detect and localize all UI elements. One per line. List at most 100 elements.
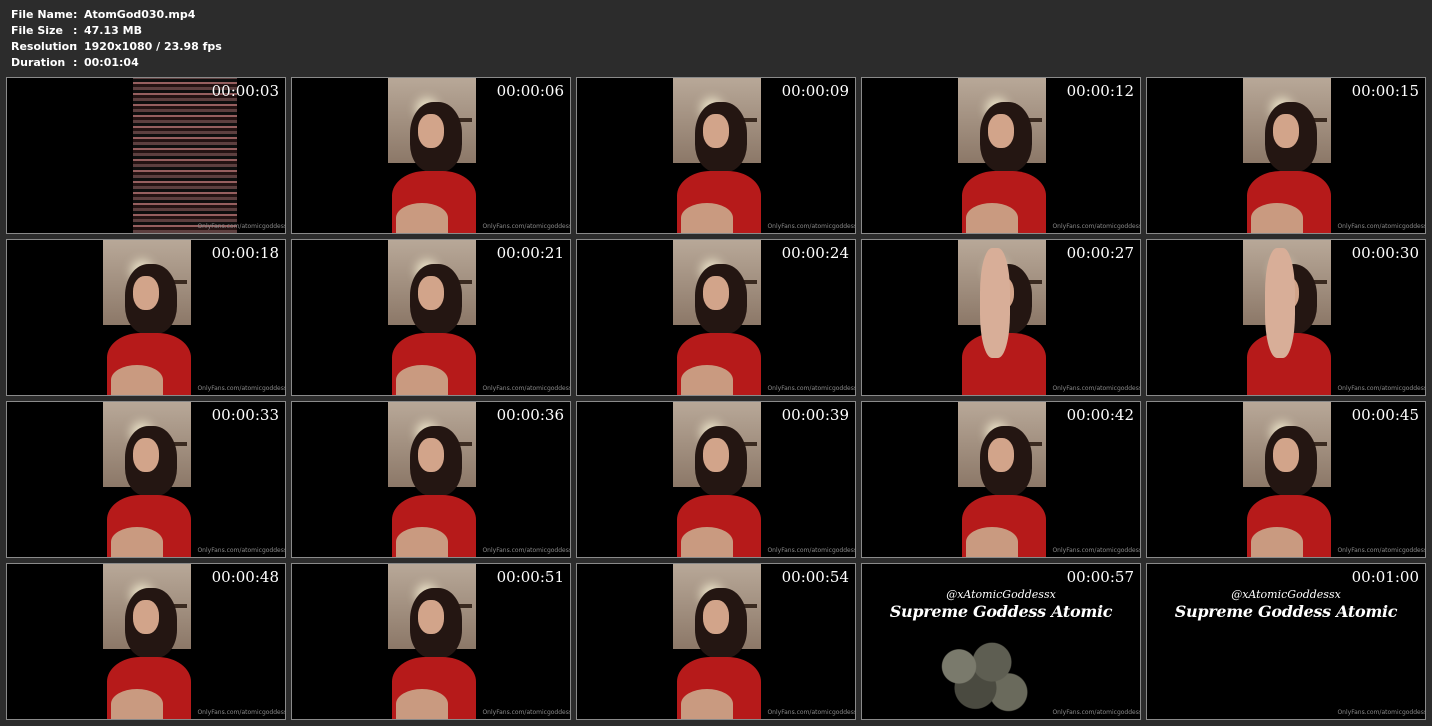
video-thumbnail[interactable]: 00:00:36 OnlyFans.com/atomicgoddess: [291, 401, 571, 558]
watermark-text: OnlyFans.com/atomicgoddess: [1337, 385, 1426, 392]
thumbnail-timestamp: 00:00:09: [781, 82, 849, 100]
video-thumbnail[interactable]: 00:00:18 OnlyFans.com/atomicgoddess: [6, 239, 286, 396]
thumbnail-timestamp: 00:00:54: [781, 568, 849, 586]
video-thumbnail[interactable]: 00:00:48 OnlyFans.com/atomicgoddess: [6, 563, 286, 720]
video-thumbnail[interactable]: 00:00:03 OnlyFans.com/atomicgoddess: [6, 77, 286, 234]
duration-row: Duration : 00:01:04: [11, 55, 222, 71]
thumbnail-timestamp: 00:00:33: [211, 406, 279, 424]
video-thumbnail[interactable]: 00:00:24 OnlyFans.com/atomicgoddess: [576, 239, 856, 396]
thumbnail-timestamp: 00:00:48: [211, 568, 279, 586]
thumbnail-timestamp: 00:00:12: [1066, 82, 1134, 100]
video-frame-image: [103, 240, 191, 395]
file-size-row: File Size : 47.13 MB: [11, 23, 222, 39]
video-frame-image: [103, 564, 191, 719]
thumbnail-timestamp: 00:00:18: [211, 244, 279, 262]
thumbnail-timestamp: 00:00:57: [1066, 568, 1134, 586]
watermark-text: OnlyFans.com/atomicgoddess: [767, 709, 856, 716]
title-brand: Supreme Goddess Atomic: [889, 602, 1113, 621]
video-thumbnail[interactable]: @xAtomicGoddessx Supreme Goddess Atomic 00…: [861, 563, 1141, 720]
video-frame-image: [673, 564, 761, 719]
video-thumbnail[interactable]: 00:00:21 OnlyFans.com/atomicgoddess: [291, 239, 571, 396]
thumbnail-timestamp: 00:00:03: [211, 82, 279, 100]
video-thumbnail[interactable]: 00:00:51 OnlyFans.com/atomicgoddess: [291, 563, 571, 720]
thumbnail-timestamp: 00:00:45: [1351, 406, 1419, 424]
video-frame-image: [388, 564, 476, 719]
watermark-text: OnlyFans.com/atomicgoddess: [1052, 223, 1141, 230]
file-name-row: File Name : AtomGod030.mp4: [11, 7, 222, 23]
duration-label: Duration: [11, 56, 66, 69]
watermark-text: OnlyFans.com/atomicgoddess: [197, 547, 286, 554]
watermark-text: OnlyFans.com/atomicgoddess: [197, 709, 286, 716]
thumbnail-timestamp: 00:00:42: [1066, 406, 1134, 424]
thumbnail-grid: 00:00:03 OnlyFans.com/atomicgoddess 00:00:…: [6, 77, 1426, 720]
video-frame-image: [388, 78, 476, 233]
video-thumbnail[interactable]: 00:00:12 OnlyFans.com/atomicgoddess: [861, 77, 1141, 234]
video-frame-image: [958, 402, 1046, 557]
video-thumbnail[interactable]: 00:00:45 OnlyFans.com/atomicgoddess: [1146, 401, 1426, 558]
thumbnail-timestamp: 00:00:30: [1351, 244, 1419, 262]
resolution-label: Resolution: [11, 40, 78, 53]
watermark-text: OnlyFans.com/atomicgoddess: [1337, 709, 1426, 716]
thumbnail-timestamp: 00:01:00: [1351, 568, 1419, 586]
video-thumbnail[interactable]: 00:00:30 OnlyFans.com/atomicgoddess: [1146, 239, 1426, 396]
watermark-text: OnlyFans.com/atomicgoddess: [767, 547, 856, 554]
thumbnail-timestamp: 00:00:39: [781, 406, 849, 424]
video-frame-image: [388, 402, 476, 557]
watermark-text: OnlyFans.com/atomicgoddess: [482, 709, 571, 716]
watermark-text: OnlyFans.com/atomicgoddess: [197, 385, 286, 392]
thumbnail-timestamp: 00:00:21: [496, 244, 564, 262]
video-frame-image: [1243, 240, 1331, 395]
video-thumbnail[interactable]: 00:00:42 OnlyFans.com/atomicgoddess: [861, 401, 1141, 558]
glitch-frame-image: [133, 78, 237, 233]
thumbnail-timestamp: 00:00:51: [496, 568, 564, 586]
resolution-value: 1920x1080 / 23.98 fps: [84, 40, 222, 53]
file-info-panel: File Name : AtomGod030.mp4 File Size : 4…: [11, 7, 222, 71]
file-size-label: File Size: [11, 24, 63, 37]
video-frame-image: [1243, 78, 1331, 233]
title-handle: @xAtomicGoddessx: [946, 588, 1056, 601]
video-thumbnail[interactable]: 00:00:06 OnlyFans.com/atomicgoddess: [291, 77, 571, 234]
video-thumbnail[interactable]: 00:00:33 OnlyFans.com/atomicgoddess: [6, 401, 286, 558]
watermark-text: OnlyFans.com/atomicgoddess: [767, 223, 856, 230]
video-frame-image: [388, 240, 476, 395]
thumbnail-timestamp: 00:00:36: [496, 406, 564, 424]
video-thumbnail[interactable]: @xAtomicGoddessx Supreme Goddess Atomic 00…: [1146, 563, 1426, 720]
watermark-text: OnlyFans.com/atomicgoddess: [197, 223, 286, 230]
video-thumbnail[interactable]: 00:00:54 OnlyFans.com/atomicgoddess: [576, 563, 856, 720]
title-handle: @xAtomicGoddessx: [1231, 588, 1341, 601]
duration-value: 00:01:04: [84, 56, 139, 69]
watermark-text: OnlyFans.com/atomicgoddess: [767, 385, 856, 392]
separator: :: [73, 8, 78, 21]
file-size-value: 47.13 MB: [84, 24, 142, 37]
file-name-label: File Name: [11, 8, 73, 21]
watermark-text: OnlyFans.com/atomicgoddess: [1052, 547, 1141, 554]
watermark-text: OnlyFans.com/atomicgoddess: [1052, 385, 1141, 392]
video-thumbnail[interactable]: 00:00:27 OnlyFans.com/atomicgoddess: [861, 239, 1141, 396]
video-frame-image: [673, 78, 761, 233]
thumbnail-timestamp: 00:00:15: [1351, 82, 1419, 100]
watermark-text: OnlyFans.com/atomicgoddess: [1337, 547, 1426, 554]
separator: :: [73, 24, 78, 37]
thumbnail-timestamp: 00:00:24: [781, 244, 849, 262]
watermark-text: OnlyFans.com/atomicgoddess: [482, 385, 571, 392]
thumbnail-timestamp: 00:00:27: [1066, 244, 1134, 262]
resolution-row: Resolution : 1920x1080 / 23.98 fps: [11, 39, 222, 55]
smoke-image: [926, 632, 1036, 718]
watermark-text: OnlyFans.com/atomicgoddess: [482, 547, 571, 554]
file-name-value: AtomGod030.mp4: [84, 8, 196, 21]
thumbnail-timestamp: 00:00:06: [496, 82, 564, 100]
video-frame-image: [673, 240, 761, 395]
separator: :: [73, 56, 78, 69]
video-thumbnail[interactable]: 00:00:39 OnlyFans.com/atomicgoddess: [576, 401, 856, 558]
video-thumbnail[interactable]: 00:00:09 OnlyFans.com/atomicgoddess: [576, 77, 856, 234]
title-brand: Supreme Goddess Atomic: [1174, 602, 1398, 621]
watermark-text: OnlyFans.com/atomicgoddess: [482, 223, 571, 230]
video-frame-image: [1243, 402, 1331, 557]
video-frame-image: [103, 402, 191, 557]
watermark-text: OnlyFans.com/atomicgoddess: [1052, 709, 1141, 716]
video-frame-image: [958, 240, 1046, 395]
watermark-text: OnlyFans.com/atomicgoddess: [1337, 223, 1426, 230]
video-thumbnail[interactable]: 00:00:15 OnlyFans.com/atomicgoddess: [1146, 77, 1426, 234]
video-frame-image: [958, 78, 1046, 233]
video-frame-image: [673, 402, 761, 557]
